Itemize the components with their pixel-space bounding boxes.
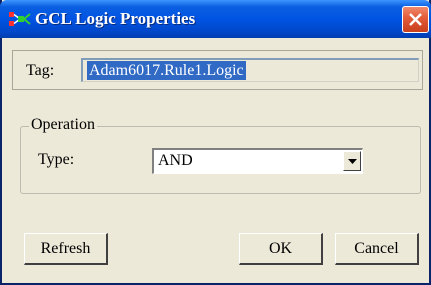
dropdown-button[interactable] [343,151,361,171]
properties-dialog: GCL Logic Properties Tag: Adam6017.Rule1… [0,0,431,285]
type-label: Type: [38,151,75,168]
type-dropdown[interactable]: AND [152,148,363,174]
window-title: GCL Logic Properties [35,9,196,28]
cancel-button[interactable]: Cancel [335,233,419,265]
type-selected-value: AND [158,152,193,169]
close-icon [409,13,422,26]
tag-group: Tag: Adam6017.Rule1.Logic [12,50,423,90]
chevron-down-icon [348,159,357,164]
refresh-button[interactable]: Refresh [24,233,108,265]
tag-field[interactable]: Adam6017.Rule1.Logic [81,58,419,82]
title-bar[interactable]: GCL Logic Properties [0,0,431,38]
close-button[interactable] [402,6,429,33]
operation-group: Operation Type: AND [20,116,421,194]
tag-label: Tag: [26,62,55,79]
gcl-logic-icon [9,12,31,26]
operation-legend: Operation [29,116,97,134]
tag-value: Adam6017.Rule1.Logic [87,61,246,80]
ok-button[interactable]: OK [239,233,323,265]
